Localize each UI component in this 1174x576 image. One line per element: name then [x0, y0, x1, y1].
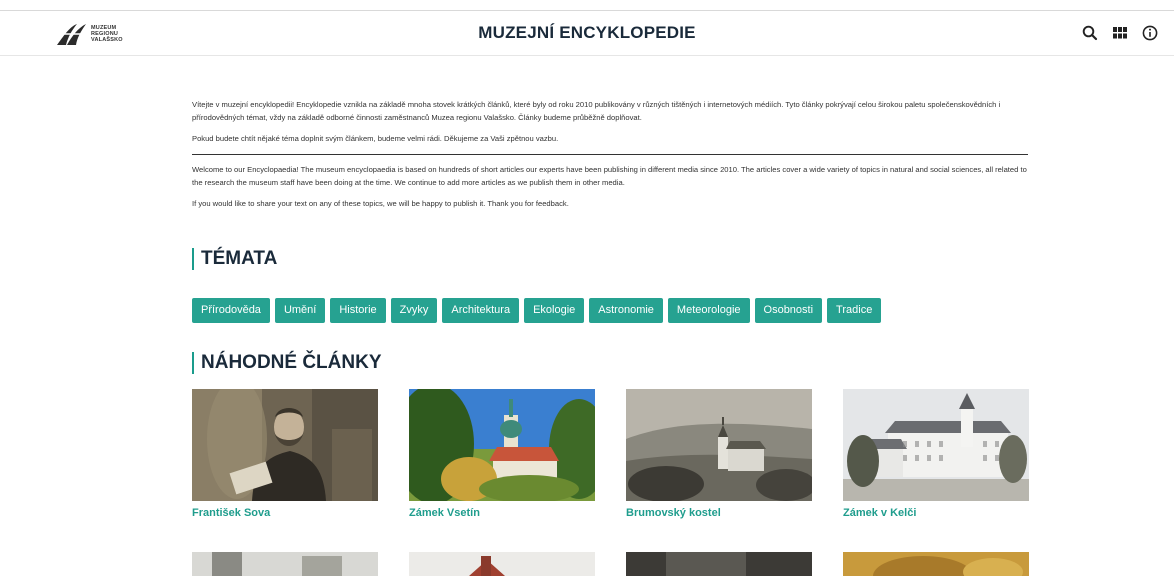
article-thumbnail[interactable]	[409, 552, 595, 576]
article-card[interactable]: Brumovský kostel	[626, 389, 812, 519]
topic-tags: Přírodověda Umění Historie Zvyky Archite…	[192, 298, 886, 323]
tag-osobnosti[interactable]: Osobnosti	[754, 298, 823, 323]
article-title[interactable]: Zámek v Kelči	[843, 507, 1029, 519]
article-title[interactable]: František Sova	[192, 507, 378, 519]
tag-tradice[interactable]: Tradice	[827, 298, 882, 323]
article-card[interactable]: Zámek v Kelči	[843, 389, 1029, 519]
search-icon[interactable]	[1081, 24, 1099, 42]
article-card[interactable]: František Sova	[192, 389, 378, 519]
tag-historie[interactable]: Historie	[330, 298, 386, 323]
tag-umeni[interactable]: Umění	[274, 298, 326, 323]
tag-architektura[interactable]: Architektura	[442, 298, 520, 323]
article-card[interactable]: Zámek Vsetín	[409, 389, 595, 519]
tag-zvyky[interactable]: Zvyky	[390, 298, 438, 323]
language-divider	[192, 154, 1028, 155]
intro-en-feedback: If you would like to share your text on …	[192, 199, 569, 208]
info-icon[interactable]	[1141, 24, 1159, 42]
article-thumbnail[interactable]	[843, 552, 1029, 576]
article-thumbnail[interactable]	[192, 552, 378, 576]
tag-meteorologie[interactable]: Meteorologie	[667, 298, 750, 323]
site-header: MUZEUM REGIONU VALAŠSKO MUZEJNÍ ENCYKLOP…	[0, 11, 1174, 56]
random-articles-heading: NÁHODNÉ ČLÁNKY	[192, 352, 382, 374]
article-image	[843, 389, 1029, 501]
intro-en-paragraph: Welcome to our Encyclopaedia! The museum…	[192, 165, 1027, 187]
article-thumbnail[interactable]	[626, 552, 812, 576]
page-title: MUZEJNÍ ENCYKLOPEDIE	[478, 23, 696, 42]
article-title[interactable]: Zámek Vsetín	[409, 507, 595, 519]
tag-prirodoveda[interactable]: Přírodověda	[192, 298, 270, 323]
grid-icon[interactable]	[1111, 24, 1129, 42]
article-image	[409, 389, 595, 501]
intro-text: Vítejte v muzejní encyklopedii! Encyklop…	[192, 98, 1028, 210]
tag-astronomie[interactable]: Astronomie	[589, 298, 663, 323]
intro-cz-paragraph: Vítejte v muzejní encyklopedii! Encyklop…	[192, 100, 1001, 122]
article-title[interactable]: Brumovský kostel	[626, 507, 812, 519]
article-image	[626, 389, 812, 501]
tag-ekologie[interactable]: Ekologie	[524, 298, 585, 323]
intro-cz-feedback: Pokud budete chtít nějaké téma doplnit s…	[192, 134, 559, 143]
topics-heading: TÉMATA	[192, 248, 277, 270]
article-image	[192, 389, 378, 501]
